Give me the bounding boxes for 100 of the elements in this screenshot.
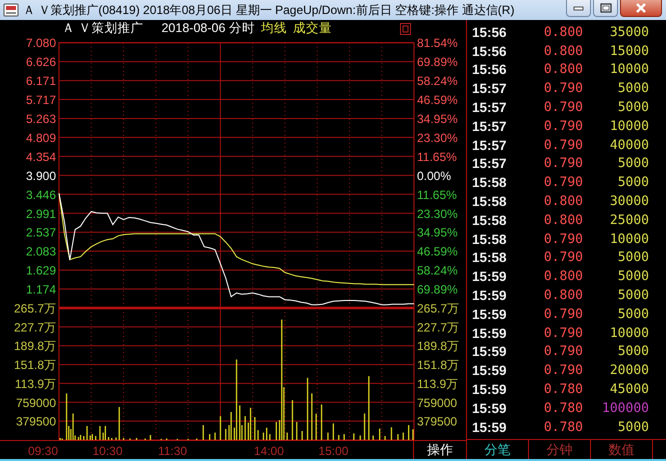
- trade-time: 15:59: [472, 306, 508, 322]
- axis-label: 23.30%: [417, 206, 458, 221]
- legend-label: 成交量: [292, 20, 332, 36]
- minimize-icon: [573, 5, 584, 11]
- trade-volume: 15000: [608, 44, 649, 59]
- axis-label: 34.95%: [417, 226, 458, 240]
- trade-volume: 25000: [608, 212, 649, 228]
- square-icon[interactable]: [400, 23, 411, 35]
- axis-label: 113.9万: [417, 376, 458, 391]
- axis-label: 227.7万: [417, 320, 460, 334]
- trade-price: 0.800: [542, 44, 583, 59]
- trade-time: 15:59: [472, 420, 508, 435]
- trade-volume: 5000: [616, 156, 649, 172]
- trade-time: 15:59: [472, 344, 508, 360]
- maximize-button[interactable]: [593, 0, 618, 17]
- trade-price: 0.790: [542, 175, 583, 190]
- legend-label: 均线: [260, 20, 287, 36]
- axis-label: 11.65%: [417, 150, 457, 164]
- trade-volume: 10000: [608, 326, 649, 341]
- trade-price: 0.780: [542, 400, 583, 416]
- axis-label: 14:00: [254, 444, 284, 458]
- axis-label: 1.629: [26, 264, 56, 278]
- close-button[interactable]: [620, 0, 662, 17]
- trade-volume: 5000: [616, 81, 649, 96]
- axis-label: 15:00: [318, 444, 348, 458]
- axis-label: 227.7万: [14, 320, 56, 334]
- trade-volume: 30000: [608, 194, 649, 210]
- axis-label: 23.30%: [417, 130, 458, 145]
- trade-price: 0.790: [542, 81, 583, 96]
- axis-label: 2.991: [26, 206, 56, 221]
- trade-volume: 20000: [608, 363, 649, 378]
- trade-time: 15:58: [472, 194, 508, 210]
- trade-volume: 10000: [608, 62, 649, 78]
- axis-label: 759000: [16, 396, 56, 410]
- trade-time: 15:58: [472, 250, 508, 266]
- axis-label: 69.89%: [417, 282, 458, 297]
- trade-volume: 5000: [616, 306, 649, 322]
- trade-time: 15:59: [472, 400, 508, 416]
- axis-label: 3.900: [26, 168, 56, 183]
- axis-label: 2.083: [26, 244, 56, 259]
- trade-volume: 5000: [616, 420, 649, 435]
- axis-label: 58.24%: [417, 74, 458, 88]
- trade-price: 0.800: [542, 24, 583, 40]
- axis-label: 5.263: [26, 112, 56, 126]
- axis-label: 7.080: [26, 36, 56, 50]
- trade-price: 0.800: [542, 212, 583, 228]
- trade-volume: 35000: [608, 24, 649, 40]
- trade-time: 15:57: [472, 138, 508, 153]
- trade-price: 0.800: [542, 62, 583, 78]
- axis-label: 5.717: [26, 93, 56, 108]
- trade-price: 0.790: [542, 156, 583, 172]
- axis-label: 09:30: [28, 444, 58, 458]
- axis-label: 1.174: [26, 282, 56, 297]
- trade-time: 15:56: [472, 24, 508, 40]
- axis-label: 379500: [16, 414, 56, 429]
- trade-time: 15:57: [472, 100, 508, 116]
- axis-label: 0.00%: [417, 168, 452, 183]
- axis-label: 6.171: [26, 74, 56, 88]
- trade-time: 15:59: [472, 269, 508, 284]
- axis-label: 81.54%: [417, 36, 458, 50]
- axis-label: 10:30: [92, 444, 123, 458]
- trade-price: 0.790: [542, 344, 583, 360]
- axis-label: 11:30: [158, 444, 188, 458]
- axis-label: 4.809: [26, 130, 56, 145]
- trade-volume: 10000: [608, 232, 649, 247]
- trade-price: 0.790: [542, 100, 583, 116]
- axis-label: 759000: [417, 396, 458, 410]
- trade-volume: 100000: [601, 400, 649, 416]
- trade-volume: 5000: [616, 288, 649, 304]
- trade-price: 0.790: [542, 363, 583, 378]
- trade-price: 0.790: [542, 326, 583, 341]
- axis-label: 69.89%: [417, 55, 458, 70]
- axis-label: 11.65%: [417, 188, 457, 202]
- minimize-button[interactable]: [566, 0, 591, 17]
- trade-volume: 5000: [616, 269, 649, 284]
- trade-time: 15:58: [472, 175, 508, 190]
- axis-label: 34.95%: [417, 112, 458, 126]
- trade-time: 15:59: [472, 363, 508, 378]
- window-title: Ａ Ｖ策划推广(08419) 2018年08月06日 星期一 PageUp/Down:前后日 空格键:操作 通达信(R): [23, 2, 516, 18]
- trade-price: 0.800: [542, 194, 583, 210]
- trade-time: 15:57: [472, 81, 508, 96]
- trade-price: 0.790: [542, 138, 583, 153]
- trade-price: 0.790: [542, 306, 583, 322]
- trade-time: 15:57: [472, 156, 508, 172]
- axis-label: 4.354: [26, 150, 56, 164]
- axis-label: 2.537: [26, 226, 56, 240]
- close-icon: [635, 3, 647, 13]
- axis-label: 58.24%: [417, 264, 458, 278]
- trade-price: 0.800: [542, 288, 583, 304]
- trade-time: 15:59: [472, 326, 508, 341]
- axis-label: 3.446: [26, 188, 56, 202]
- axis-label: 151.8万: [14, 358, 56, 372]
- trade-volume: 40000: [608, 138, 649, 153]
- trade-volume: 45000: [608, 382, 649, 398]
- chart-date: 2018-08-06 分时: [161, 20, 255, 36]
- stock-name: Ａ Ｖ策划推广: [62, 20, 144, 36]
- trade-volume: 10000: [608, 118, 649, 134]
- trade-time: 15:58: [472, 212, 508, 228]
- axis-label: 113.9万: [14, 376, 56, 391]
- trade-time: 15:59: [472, 382, 508, 398]
